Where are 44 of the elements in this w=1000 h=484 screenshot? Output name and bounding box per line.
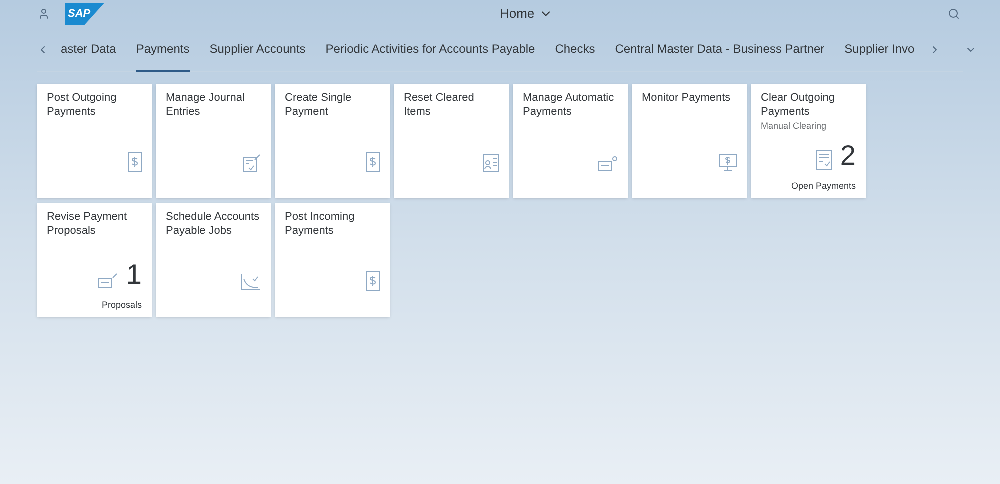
app-tile[interactable]: Manage Automatic Payments xyxy=(513,84,628,198)
tab[interactable]: aster Data xyxy=(61,28,116,72)
app-tile[interactable]: Clear Outgoing Payments Manual Clearing 2 Open Payments xyxy=(751,84,866,198)
person-document-icon xyxy=(483,154,499,172)
tile-title: Clear Outgoing Payments xyxy=(761,91,836,119)
tile-title: Revise Payment Proposals xyxy=(47,210,128,238)
tile-footer: Proposals xyxy=(102,299,142,311)
app-tile[interactable]: Revise Payment Proposals 1 Proposals xyxy=(37,203,152,317)
tile-title: Monitor Payments xyxy=(642,91,732,105)
tab[interactable]: Payments xyxy=(136,28,190,72)
app-tile[interactable]: Post Incoming Payments xyxy=(275,203,390,317)
app-tile[interactable]: Create Single Payment xyxy=(275,84,390,198)
tab[interactable]: Supplier Accounts xyxy=(210,28,306,72)
user-icon[interactable] xyxy=(38,8,50,20)
app-tile[interactable]: Post Outgoing Payments xyxy=(37,84,152,198)
tile-title: Schedule Accounts Payable Jobs xyxy=(166,210,261,238)
tab[interactable]: Periodic Activities for Accounts Payable xyxy=(326,28,536,72)
tile-footer: Open Payments xyxy=(791,180,856,192)
home-title-menu[interactable]: Home xyxy=(500,4,553,24)
tile-title: Manage Automatic Payments xyxy=(523,91,616,119)
app-tile[interactable]: Reset Cleared Items xyxy=(394,84,509,198)
tile-subtitle: Manual Clearing xyxy=(761,120,828,133)
tile-count: 1 xyxy=(126,261,142,289)
monitor-dollar-icon xyxy=(719,154,737,172)
tab[interactable]: Supplier Invo xyxy=(844,28,915,72)
tab[interactable]: Central Master Data - Business Partner xyxy=(615,28,825,72)
checklist-document-icon xyxy=(816,150,832,170)
dollar-document-icon xyxy=(366,271,380,291)
tile-title: Reset Cleared Items xyxy=(404,91,476,119)
tile-title: Create Single Payment xyxy=(285,91,353,119)
search-icon[interactable] xyxy=(948,8,960,20)
tile-count: 2 xyxy=(840,142,856,170)
document-edit-icon xyxy=(243,154,261,172)
sap-logo[interactable]: SAP xyxy=(65,3,105,25)
app-tile[interactable]: Manage Journal Entries xyxy=(156,84,271,198)
tile-title: Manage Journal Entries xyxy=(166,91,246,119)
dollar-document-icon xyxy=(366,152,380,172)
card-edit-icon xyxy=(98,273,118,289)
tile-title: Post Outgoing Payments xyxy=(47,91,118,119)
tab[interactable]: Checks xyxy=(555,28,596,72)
tile-title: Post Incoming Payments xyxy=(285,210,356,238)
app-tile[interactable]: Schedule Accounts Payable Jobs xyxy=(156,203,271,317)
dollar-document-icon xyxy=(128,152,142,172)
app-tile[interactable]: Monitor Payments xyxy=(632,84,747,198)
